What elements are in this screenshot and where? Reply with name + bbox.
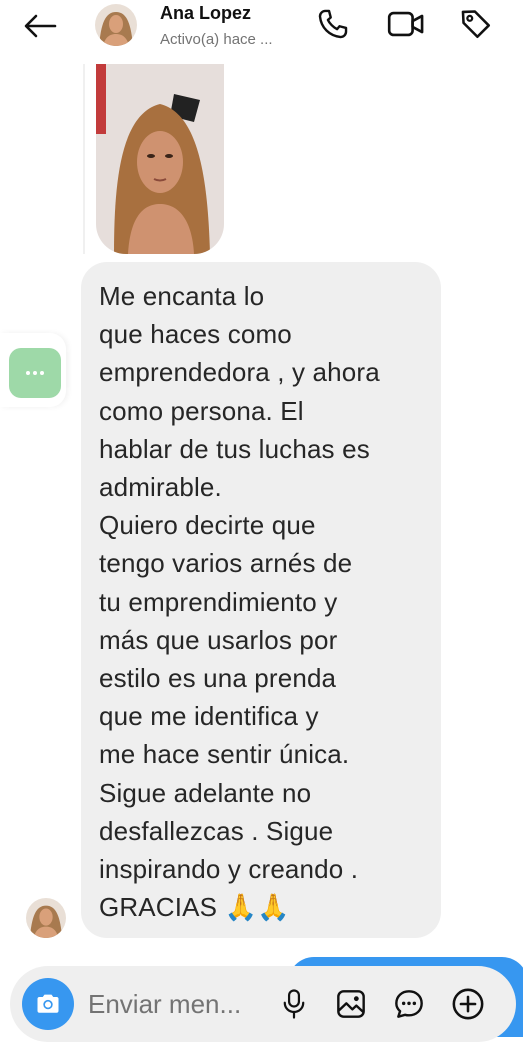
chat-header: Ana Lopez Activo(a) hace ...	[0, 0, 523, 52]
sender-avatar[interactable]	[26, 898, 66, 938]
gallery-button[interactable]	[331, 984, 371, 1024]
microphone-icon	[283, 989, 305, 1019]
phone-icon	[318, 9, 348, 39]
plus-icon	[452, 988, 484, 1020]
tag-icon	[461, 10, 491, 39]
camera-icon	[37, 994, 59, 1013]
photo-message[interactable]	[96, 64, 224, 254]
video-call-icon	[387, 11, 424, 37]
reply-thread-line	[83, 64, 85, 254]
contact-avatar[interactable]	[95, 4, 137, 46]
contact-name[interactable]: Ana Lopez	[160, 3, 251, 24]
add-attachment-button[interactable]	[448, 984, 488, 1024]
more-options-button[interactable]	[9, 348, 61, 398]
sticker-button[interactable]	[389, 984, 429, 1024]
back-arrow-icon	[24, 14, 57, 38]
camera-button[interactable]	[22, 978, 74, 1030]
audio-call-button[interactable]	[313, 4, 353, 44]
activity-status: Activo(a) hace ...	[160, 31, 273, 48]
ellipsis-icon	[26, 371, 44, 375]
received-message[interactable]: Me encanta lo que haces como emprendedor…	[81, 262, 441, 938]
gallery-icon	[337, 990, 365, 1018]
video-call-button[interactable]	[386, 4, 426, 44]
message-input[interactable]	[88, 982, 268, 1026]
sticker-chat-icon	[395, 990, 423, 1018]
voice-message-button[interactable]	[274, 984, 314, 1024]
back-button[interactable]	[18, 6, 62, 46]
label-button[interactable]	[456, 4, 496, 44]
